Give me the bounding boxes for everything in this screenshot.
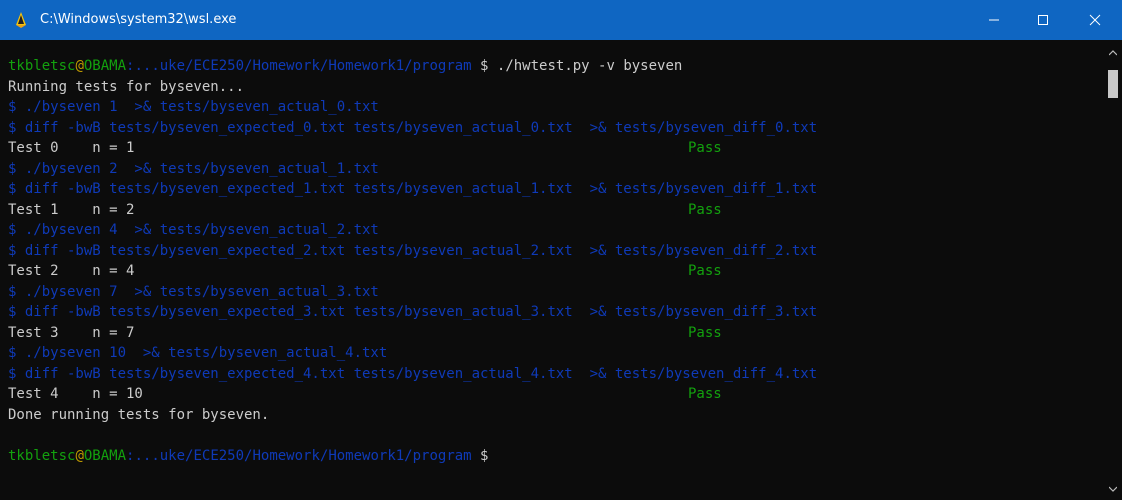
close-icon: [1089, 14, 1101, 26]
test-status: Pass: [688, 324, 722, 341]
test-result-row: Test 2 n = 4 Pass: [8, 261, 1104, 282]
prompt-at: @: [75, 58, 84, 74]
prompt-symbol: $: [471, 447, 489, 464]
test-label: Test 2 n = 4: [8, 263, 135, 279]
scroll-up-arrow-icon[interactable]: [1109, 50, 1117, 56]
prompt-user: tkbletsc: [8, 447, 76, 464]
test-status: Pass: [688, 386, 722, 402]
vertical-scrollbar[interactable]: [1104, 40, 1122, 500]
running-message: Running tests for byseven...: [8, 78, 245, 95]
prompt-path: :...uke/ECE250/Homework/Homework1/progra…: [126, 58, 472, 74]
diff-command: $ diff -bwB tests/byseven_expected_3.txt…: [8, 304, 818, 320]
test-label: Test 1 n = 2: [8, 201, 135, 218]
scroll-down-arrow-icon[interactable]: [1109, 486, 1117, 492]
test-label: Test 4 n = 10: [8, 386, 143, 402]
test-status: Pass: [688, 263, 722, 279]
run-command: $ ./byseven 10 >& tests/byseven_actual_4…: [8, 345, 388, 361]
run-command: $ ./byseven 1 >& tests/byseven_actual_0.…: [8, 99, 379, 115]
title-bar[interactable]: C:\Windows\system32\wsl.exe: [0, 0, 1122, 40]
scrollbar-thumb[interactable]: [1108, 70, 1118, 98]
minimize-button[interactable]: [971, 0, 1017, 40]
window-title: C:\Windows\system32\wsl.exe: [40, 12, 237, 27]
test-label: Test 3 n = 7: [8, 324, 135, 341]
diff-command: $ diff -bwB tests/byseven_expected_2.txt…: [8, 242, 818, 259]
run-command: $ ./byseven 4 >& tests/byseven_actual_2.…: [8, 222, 379, 238]
prompt-at: @: [75, 447, 84, 464]
test-result-row: Test 1 n = 2 Pass: [8, 200, 1104, 221]
prompt-host: OBAMA: [83, 58, 127, 74]
run-command: $ ./byseven 7 >& tests/byseven_actual_3.…: [8, 283, 379, 300]
terminal-window: C:\Windows\system32\wsl.exe tkbletsc@OBA…: [0, 0, 1122, 500]
test-result-row: Test 3 n = 7 Pass: [8, 323, 1104, 344]
prompt-line: tkbletsc@OBAMA:...uke/ECE250/Homework/Ho…: [8, 446, 1104, 467]
maximize-button[interactable]: [1020, 0, 1066, 40]
run-command: $ ./byseven 2 >& tests/byseven_actual_1.…: [8, 160, 379, 177]
terminal-output[interactable]: tkbletsc@OBAMA:...uke/ECE250/Homework/Ho…: [0, 40, 1104, 500]
tux-penguin-icon: [16, 12, 26, 28]
prompt-line: tkbletsc@OBAMA:...uke/ECE250/Homework/Ho…: [8, 56, 1104, 77]
test-status: Pass: [688, 140, 722, 156]
maximize-icon: [1038, 15, 1048, 25]
test-status: Pass: [688, 201, 722, 218]
done-message: Done running tests for byseven.: [8, 406, 270, 423]
diff-command: $ diff -bwB tests/byseven_expected_4.txt…: [8, 365, 818, 382]
test-label: Test 0 n = 1: [8, 140, 135, 156]
prompt-symbol: $: [471, 58, 489, 74]
prompt-user: tkbletsc: [8, 58, 76, 74]
diff-command: $ diff -bwB tests/byseven_expected_1.txt…: [8, 181, 818, 197]
test-result-row: Test 0 n = 1 Pass: [8, 138, 1104, 159]
prompt-path: :...uke/ECE250/Homework/Homework1/progra…: [126, 447, 472, 464]
diff-command: $ diff -bwB tests/byseven_expected_0.txt…: [8, 119, 818, 136]
prompt-host: OBAMA: [83, 447, 127, 464]
minimize-icon: [989, 19, 999, 21]
prompt-command: ./hwtest.py -v byseven: [488, 58, 683, 74]
close-button[interactable]: [1072, 0, 1118, 40]
test-result-row: Test 4 n = 10 Pass: [8, 384, 1104, 405]
